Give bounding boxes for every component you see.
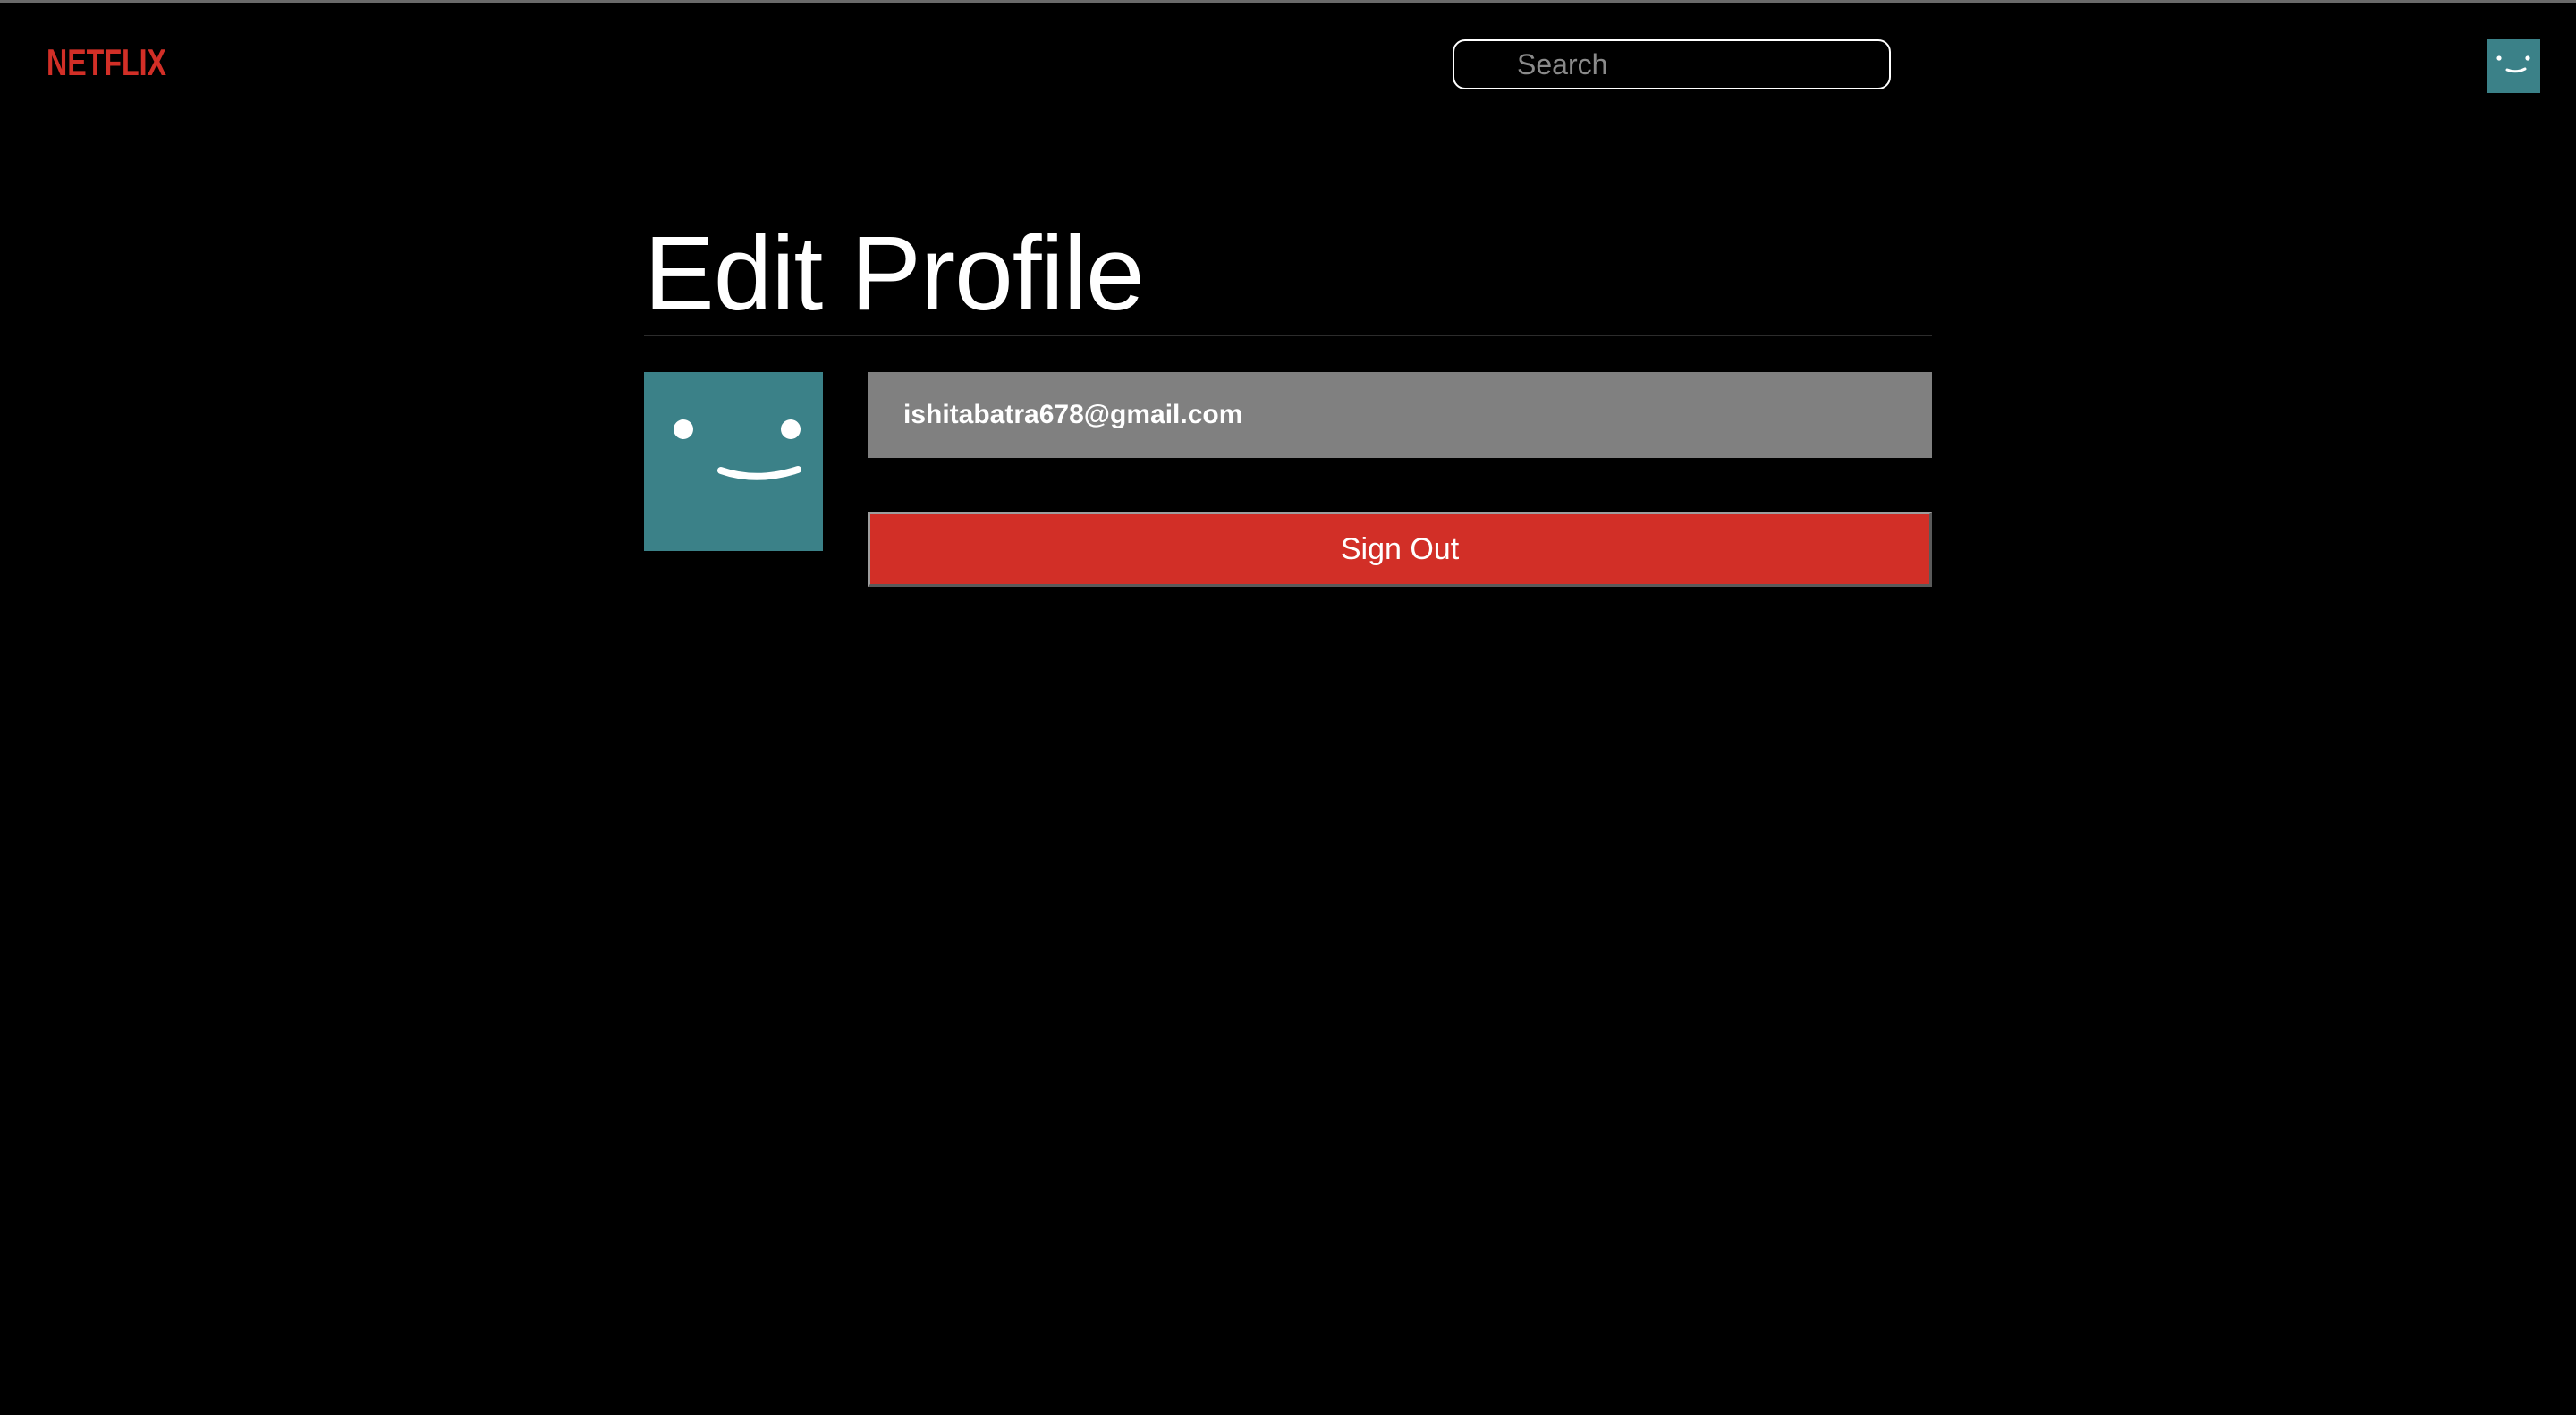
email-text: ishitabatra678@gmail.com	[903, 400, 1243, 429]
email-display: ishitabatra678@gmail.com	[868, 372, 1932, 458]
netflix-logo[interactable]: NETFLIX	[47, 41, 168, 82]
profile-avatar-icon[interactable]	[2487, 39, 2540, 93]
top-border	[0, 0, 2576, 3]
smiley-face-icon	[644, 372, 823, 551]
title-divider	[644, 335, 1932, 336]
page: NETFLIX Edit Profile ishitabatra678@gmai…	[0, 0, 2576, 1415]
page-title: Edit Profile	[644, 215, 1145, 333]
search-input[interactable]	[1453, 39, 1891, 89]
sign-out-button[interactable]: Sign Out	[868, 512, 1932, 587]
netflix-logo-text: NETFLIX	[47, 41, 166, 82]
